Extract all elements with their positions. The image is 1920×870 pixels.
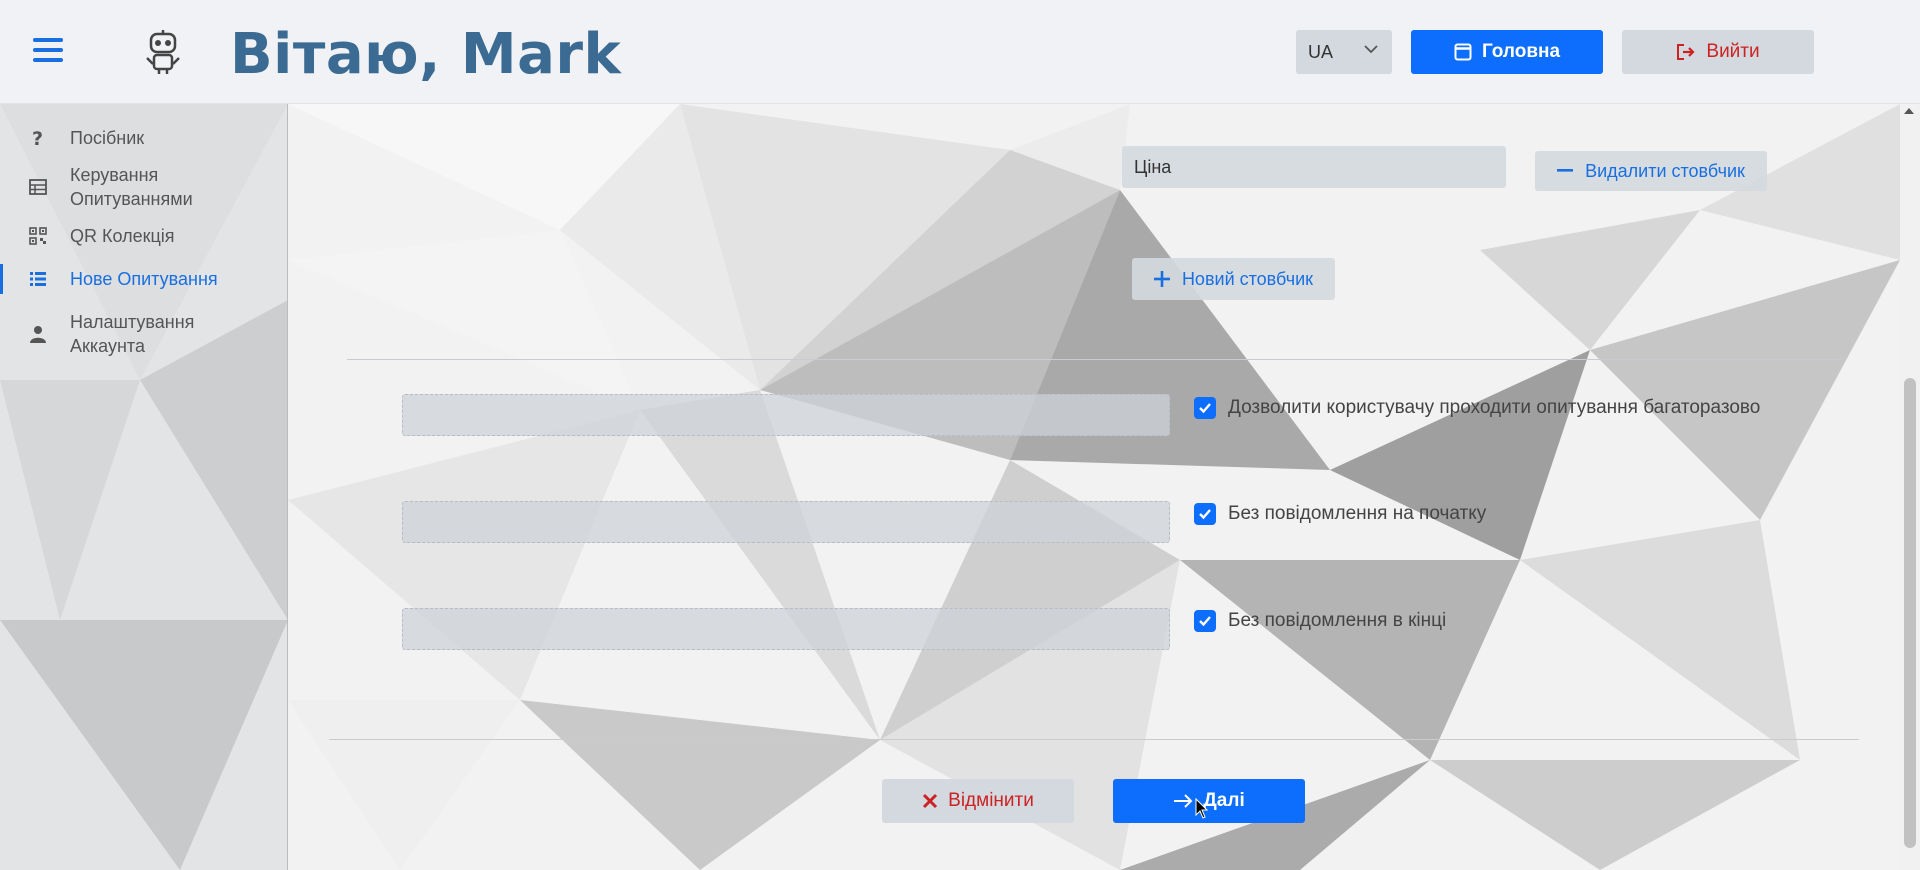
mouse-cursor-icon — [1195, 798, 1209, 819]
minus-icon — [1557, 169, 1574, 172]
sidebar-item-label: Нове Опитування — [70, 269, 218, 289]
sidebar-item-label: Налаштування Аккаунта — [70, 312, 195, 356]
section-divider — [347, 359, 1842, 360]
check-icon — [1199, 616, 1211, 627]
column-name-value: Ціна — [1134, 156, 1172, 177]
checkbox-checked[interactable] — [1194, 610, 1216, 632]
top-header: Вітаю, Mark UA Головна Вийти — [0, 0, 1920, 104]
sidebar-item-label: Посібник — [70, 128, 145, 148]
arrow-right-icon — [1174, 794, 1193, 808]
option-no-start-message[interactable]: Без повідомлення на початку — [1194, 503, 1486, 525]
question-icon: ? — [28, 128, 48, 148]
checkbox-checked[interactable] — [1194, 503, 1216, 525]
table-icon — [28, 177, 48, 197]
scrollbar-thumb[interactable] — [1904, 378, 1916, 848]
user-icon — [28, 324, 48, 344]
page-title: Вітаю, Mark — [230, 22, 622, 87]
list-icon — [28, 269, 48, 289]
close-icon — [923, 793, 938, 809]
sidebar-item-guide[interactable]: ? Посібник — [0, 123, 288, 153]
footer-divider — [329, 739, 1859, 740]
option-label: Без повідомлення на початку — [1228, 503, 1487, 524]
cancel-button[interactable]: Відмінити — [882, 779, 1074, 823]
menu-icon[interactable] — [33, 38, 63, 64]
chevron-down-icon — [1364, 45, 1378, 54]
sidebar-item-account-settings[interactable]: Налаштування Аккаунта — [0, 309, 288, 359]
next-button[interactable]: Далі — [1113, 779, 1305, 823]
sidebar-item-label: Керування Опитуваннями — [70, 165, 193, 209]
robot-logo-icon — [146, 30, 180, 74]
language-value: UA — [1308, 41, 1334, 62]
start-message-input[interactable] — [402, 501, 1170, 543]
delete-column-button[interactable]: Видалити стовбчик — [1535, 151, 1767, 191]
next-button-label: Далі — [1203, 790, 1245, 811]
survey-form: Ціна Видалити стовбчик Новий стовбчик До… — [289, 104, 1899, 870]
svg-text:?: ? — [32, 128, 43, 148]
option-label: Без повідомлення в кінці — [1228, 610, 1447, 631]
option-no-end-message[interactable]: Без повідомлення в кінці — [1194, 610, 1446, 632]
checkbox-checked[interactable] — [1194, 397, 1216, 419]
window-icon — [1454, 43, 1472, 61]
cancel-button-label: Відмінити — [948, 790, 1034, 811]
check-icon — [1199, 509, 1211, 520]
repeat-message-input[interactable] — [402, 394, 1170, 436]
home-button[interactable]: Головна — [1411, 30, 1603, 74]
logout-button[interactable]: Вийти — [1622, 30, 1814, 74]
new-column-label: Новий стовбчик — [1181, 268, 1314, 289]
sidebar-item-qr-collection[interactable]: QR Колекція — [0, 221, 288, 251]
option-label: Дозволити користувачу проходити опитуван… — [1228, 397, 1761, 418]
sidebar: ? Посібник Керування Опитуваннями QR Кол… — [0, 104, 288, 870]
sidebar-item-new-survey[interactable]: Нове Опитування — [0, 264, 288, 294]
logout-icon — [1677, 44, 1695, 60]
scroll-up-arrow-icon[interactable] — [1904, 108, 1914, 114]
option-allow-repeat[interactable]: Дозволити користувачу проходити опитуван… — [1194, 397, 1760, 419]
column-name-input[interactable]: Ціна — [1122, 146, 1506, 188]
home-button-label: Головна — [1481, 41, 1561, 62]
delete-column-label: Видалити стовбчик — [1585, 160, 1745, 181]
check-icon — [1199, 403, 1211, 414]
end-message-input[interactable] — [402, 608, 1170, 650]
new-column-button[interactable]: Новий стовбчик — [1132, 258, 1335, 300]
logout-button-label: Вийти — [1706, 41, 1760, 62]
language-select[interactable]: UA — [1296, 30, 1392, 74]
sidebar-item-label: QR Колекція — [70, 226, 175, 246]
plus-icon — [1153, 271, 1170, 287]
sidebar-item-manage-surveys[interactable]: Керування Опитуваннями — [0, 162, 288, 212]
qr-icon — [28, 226, 48, 246]
